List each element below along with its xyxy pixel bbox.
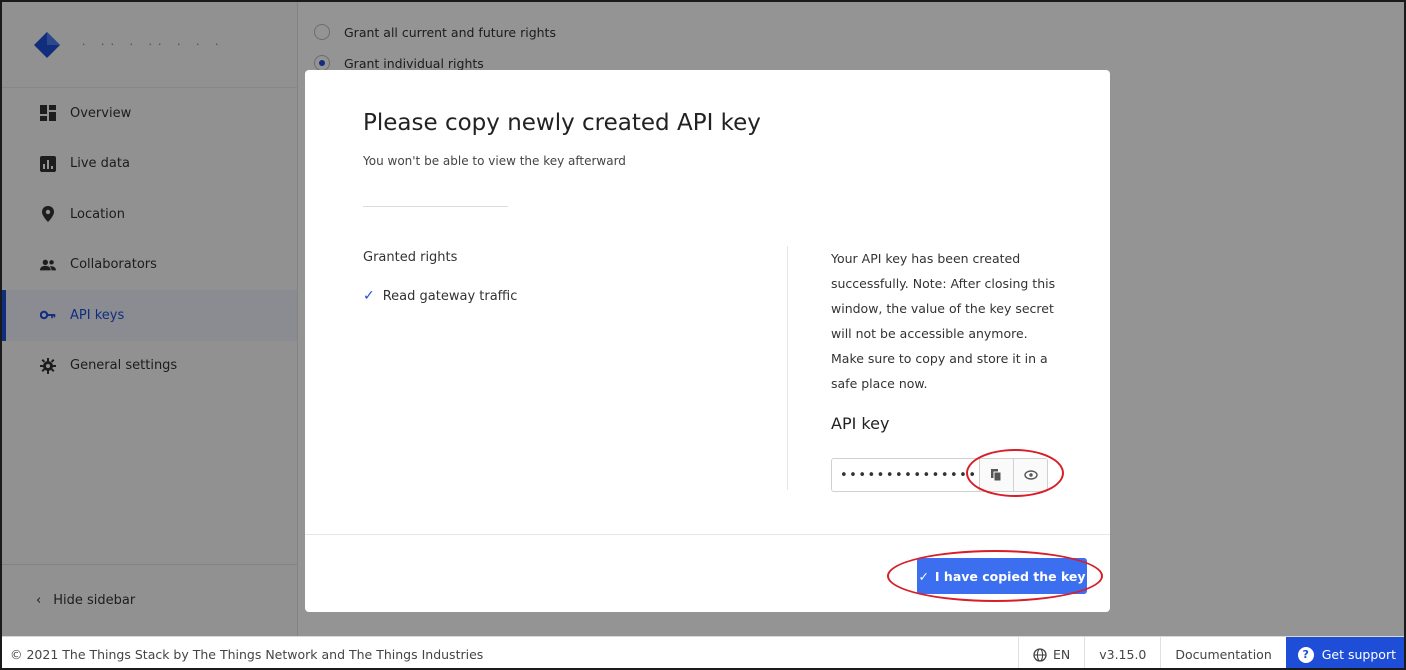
modal-divider (363, 206, 508, 207)
check-icon: ✓ (363, 288, 375, 304)
modal-subtitle: You won't be able to view the key afterw… (363, 154, 626, 168)
modal-footer-divider (305, 534, 1110, 535)
granted-rights-heading: Granted rights (363, 250, 458, 265)
documentation-link[interactable]: Documentation (1160, 636, 1285, 668)
help-icon: ? (1297, 646, 1314, 663)
copy-key-button[interactable] (979, 459, 1013, 491)
api-key-info-text: Your API key has been created successful… (831, 251, 1056, 391)
copy-icon (990, 469, 1001, 481)
api-key-modal: Please copy newly created API key You wo… (305, 70, 1110, 612)
api-key-label: API key (831, 414, 890, 433)
copied-key-button[interactable]: ✓ I have copied the key (917, 558, 1087, 594)
globe-icon (1033, 647, 1047, 662)
modal-title: Please copy newly created API key (363, 110, 761, 136)
page-footer: © 2021 The Things Stack by The Things Ne… (2, 636, 1404, 668)
eye-icon (1023, 470, 1038, 480)
version-label: v3.15.0 (1084, 636, 1160, 668)
app-window: · ·· · ·· · · · Overview Live data Locat… (0, 0, 1406, 670)
language-selector[interactable]: EN (1017, 636, 1084, 668)
get-support-label: Get support (1321, 647, 1396, 662)
api-key-field: ••••••••••••••• (831, 458, 1048, 492)
language-label: EN (1052, 647, 1071, 662)
footer-copyright: © 2021 The Things Stack by The Things Ne… (10, 647, 484, 662)
granted-right-label: Read gateway traffic (382, 288, 518, 304)
copied-key-label: I have copied the key (934, 568, 1086, 584)
column-divider (787, 246, 788, 490)
toggle-key-visibility-button[interactable] (1013, 459, 1047, 491)
check-icon: ✓ (918, 568, 929, 584)
granted-right-item: ✓ Read gateway traffic (363, 288, 517, 304)
api-key-value[interactable]: ••••••••••••••• (832, 459, 979, 491)
get-support-button[interactable]: ? Get support (1285, 636, 1404, 668)
